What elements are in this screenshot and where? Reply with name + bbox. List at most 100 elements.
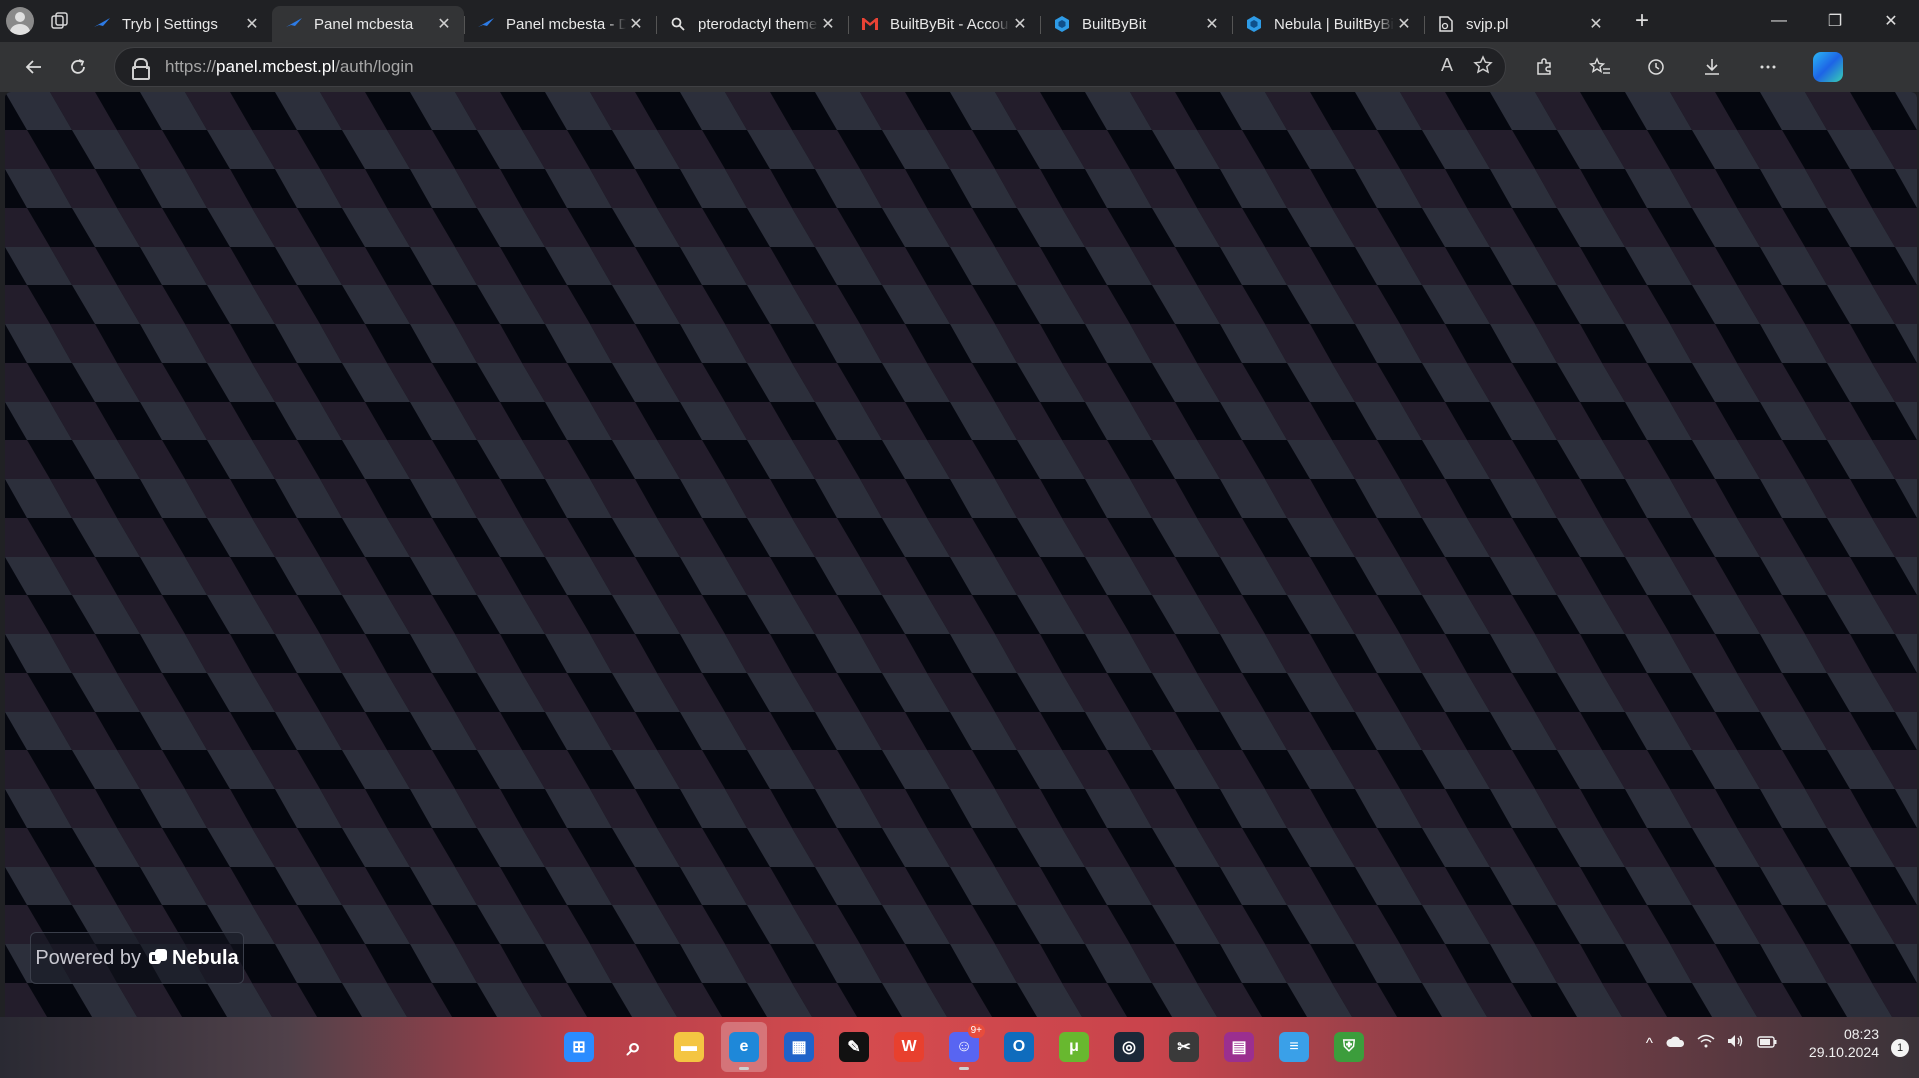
feather-app-icon: ✎ [839, 1032, 869, 1062]
gmail-icon [862, 16, 878, 32]
outlook-icon: O [1004, 1032, 1034, 1062]
page-viewport: Powered by Nebula [5, 92, 1917, 1017]
extensions-button[interactable] [1516, 47, 1572, 87]
discord-taskbar-button[interactable]: ☺ 9+ [941, 1022, 987, 1072]
tab-pterodactyl-theme-search[interactable]: pterodactyl theme ✕ [656, 6, 848, 42]
page-icon [1438, 16, 1454, 32]
close-tab-icon[interactable]: ✕ [1586, 14, 1606, 34]
refresh-icon [71, 59, 85, 74]
pterodactyl-icon [478, 16, 494, 32]
tab-panel-mcbesta[interactable]: Panel mcbesta ✕ [272, 6, 464, 42]
start-taskbar-button[interactable]: ⊞ [556, 1022, 602, 1072]
battery-icon[interactable] [1757, 1035, 1777, 1052]
powered-by-badge[interactable]: Powered by Nebula [30, 932, 244, 984]
file-explorer-taskbar-button[interactable]: ▬ [666, 1022, 712, 1072]
download-icon [1705, 59, 1719, 75]
winrar-taskbar-button[interactable]: ▤ [1216, 1022, 1262, 1072]
tab-builtbybit[interactable]: BuiltByBit ✕ [1040, 6, 1232, 42]
tab-svjp[interactable]: svjp.pl ✕ [1424, 6, 1616, 42]
search-icon: ⌕ [626, 1031, 642, 1061]
onedrive-cloud-icon[interactable] [1665, 1034, 1685, 1052]
nebula-brand: Nebula [148, 946, 239, 970]
vpn-icon: ⛨ [1334, 1032, 1364, 1062]
close-window-button[interactable]: ✕ [1863, 0, 1919, 42]
unread-badge: 9+ [967, 1024, 985, 1038]
winrar-icon: ▤ [1224, 1032, 1254, 1062]
clock[interactable]: 08:23 29.10.2024 [1809, 1025, 1879, 1061]
tab-builtbybit-account[interactable]: BuiltByBit - Account ✕ [848, 6, 1040, 42]
steam-taskbar-button[interactable]: ◎ [1106, 1022, 1152, 1072]
tab-title: svjp.pl [1466, 15, 1509, 33]
back-button[interactable] [12, 47, 56, 87]
clock-time: 08:23 [1843, 1026, 1879, 1042]
tab-title: Nebula | BuiltByBit [1274, 15, 1394, 33]
notification-count-badge[interactable]: 1 [1891, 1039, 1909, 1057]
favorites-list-icon [1589, 57, 1610, 74]
snipping-tool-taskbar-button[interactable]: ✂ [1161, 1022, 1207, 1072]
wifi-icon[interactable] [1697, 1034, 1715, 1052]
search-taskbar-button[interactable]: ⌕ [611, 1022, 657, 1072]
tab-nebula-builtbybit[interactable]: Nebula | BuiltByBit ✕ [1232, 6, 1424, 42]
workspaces-icon [51, 12, 68, 29]
minimize-button[interactable]: — [1751, 0, 1807, 42]
edge-taskbar-button[interactable]: e [721, 1022, 767, 1072]
lock-icon[interactable] [131, 57, 150, 80]
tray-overflow-chevron-icon[interactable]: ^ [1646, 1035, 1653, 1052]
notepad-taskbar-button[interactable]: ≡ [1271, 1022, 1317, 1072]
address-bar[interactable]: https://panel.mcbest.pl/auth/login A [114, 47, 1506, 87]
wps-office-taskbar-button[interactable]: W [886, 1022, 932, 1072]
history-icon [1648, 59, 1664, 75]
steam-icon: ◎ [1114, 1032, 1144, 1062]
favorite-star-icon[interactable] [1473, 54, 1493, 80]
refresh-button[interactable] [56, 47, 100, 87]
tab-panel-mcbesta-dashboard[interactable]: Panel mcbesta - Dashboard ✕ [464, 6, 656, 42]
close-tab-icon[interactable]: ✕ [626, 14, 646, 34]
tab-title: Panel mcbesta [314, 15, 414, 33]
store-taskbar-button[interactable]: ▦ [776, 1022, 822, 1072]
close-tab-icon[interactable]: ✕ [818, 14, 838, 34]
file-explorer-icon: ▬ [674, 1032, 704, 1062]
feather-app-taskbar-button[interactable]: ✎ [831, 1022, 877, 1072]
tab-title: BuiltByBit [1082, 15, 1147, 33]
workspaces-button[interactable] [40, 0, 80, 42]
close-tab-icon[interactable]: ✕ [1010, 14, 1030, 34]
running-indicator [739, 1067, 749, 1070]
favorites-button[interactable] [1572, 47, 1628, 87]
copilot-button[interactable] [1796, 47, 1852, 87]
read-aloud-icon[interactable]: A [1441, 55, 1453, 80]
history-button[interactable] [1628, 47, 1684, 87]
search-icon [670, 16, 686, 32]
running-indicator [959, 1067, 969, 1070]
close-tab-icon[interactable]: ✕ [434, 14, 454, 34]
vpn-taskbar-button[interactable]: ⛨ [1326, 1022, 1372, 1072]
browser-tab-strip: Tryb | Settings ✕ Panel mcbesta ✕ Panel … [0, 0, 1919, 42]
more-dots-icon [1760, 65, 1776, 69]
tab-tryb-settings[interactable]: Tryb | Settings ✕ [80, 6, 272, 42]
notepad-icon: ≡ [1279, 1032, 1309, 1062]
cube-pattern-background [5, 92, 1917, 1017]
tab-title: Tryb | Settings [122, 15, 218, 33]
wps-office-icon: W [894, 1032, 924, 1062]
browser-toolbar: https://panel.mcbest.pl/auth/login A [0, 42, 1919, 92]
settings-menu-button[interactable] [1740, 47, 1796, 87]
snipping-tool-icon: ✂ [1169, 1032, 1199, 1062]
copilot-icon [1813, 52, 1843, 82]
url-text[interactable]: https://panel.mcbest.pl/auth/login [165, 57, 1441, 77]
close-tab-icon[interactable]: ✕ [1394, 14, 1414, 34]
address-bar-actions: A [1441, 55, 1493, 80]
outlook-taskbar-button[interactable]: O [996, 1022, 1042, 1072]
taskbar-apps: ⊞ ⌕ ▬ e ▦ ✎ W ☺ 9+ Oμ ◎ ✂ ▤ ≡ ⛨ [556, 1022, 1381, 1072]
nebula-brand-name: Nebula [171, 946, 239, 969]
restore-button[interactable]: ❐ [1807, 0, 1863, 42]
close-tab-icon[interactable]: ✕ [1202, 14, 1222, 34]
volume-icon[interactable] [1727, 1034, 1745, 1052]
pterodactyl-icon [286, 16, 302, 32]
pterodactyl-icon [94, 16, 110, 32]
downloads-button[interactable] [1684, 47, 1740, 87]
utorrent-taskbar-button[interactable]: μ [1051, 1022, 1097, 1072]
edge-icon: e [729, 1032, 759, 1062]
start-icon: ⊞ [564, 1032, 594, 1062]
profile-button[interactable] [0, 0, 40, 42]
close-tab-icon[interactable]: ✕ [242, 14, 262, 34]
new-tab-button[interactable]: + [1622, 3, 1662, 39]
